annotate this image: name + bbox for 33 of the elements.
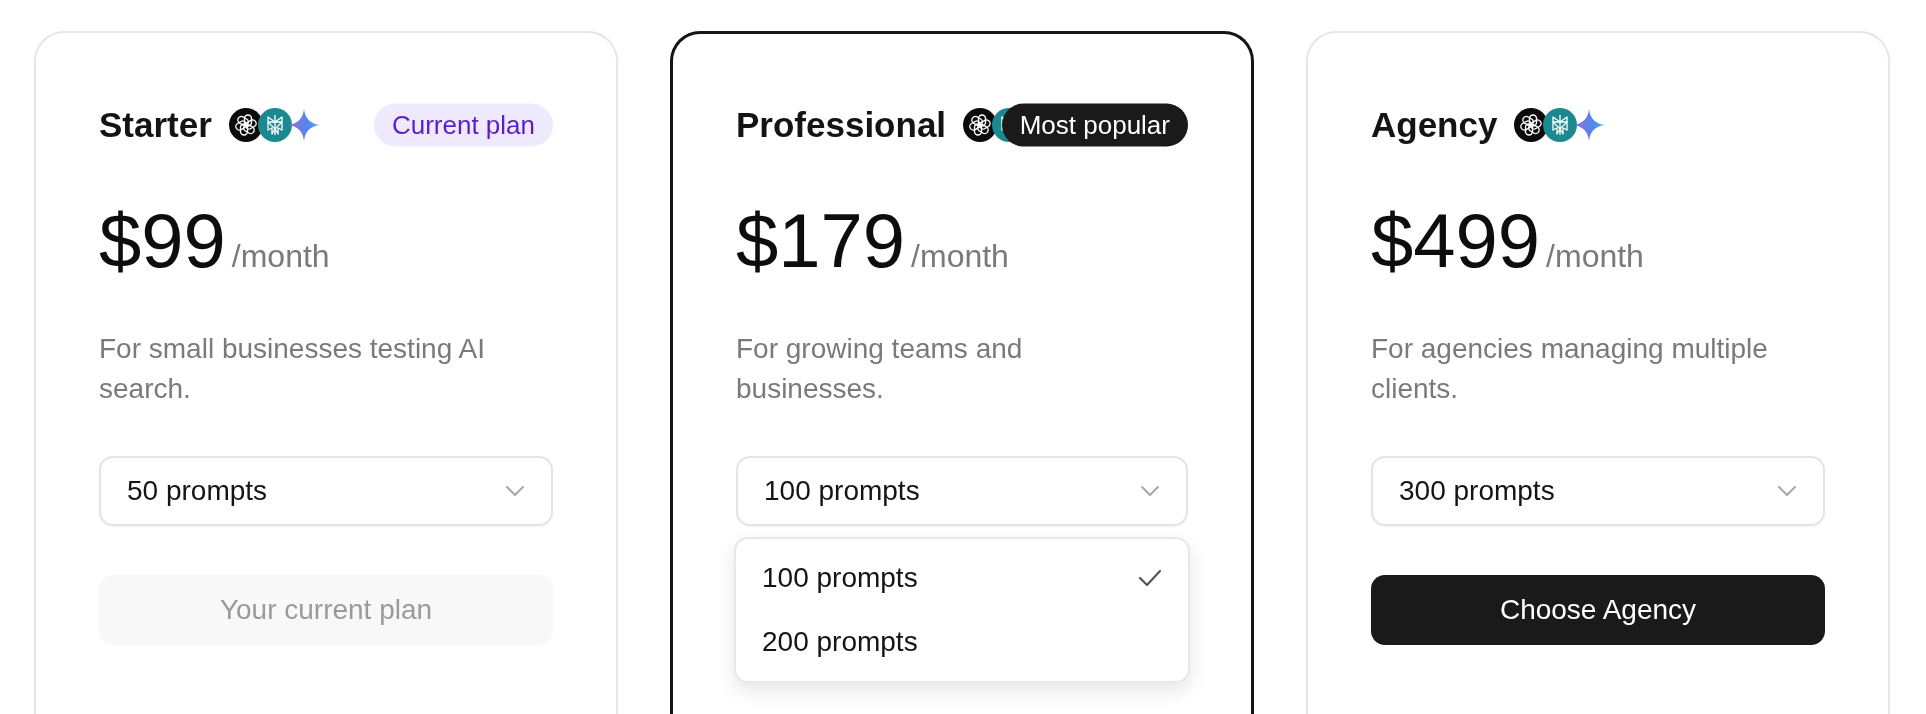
option-label: 200 prompts [762,626,918,658]
price: $99 [99,203,226,279]
plan-button[interactable]: Choose Agency [1371,575,1825,645]
dropdown-option[interactable]: 200 prompts [736,610,1188,674]
select-value: 100 prompts [764,475,920,507]
plan-description: For growing teams and businesses. [736,332,1024,406]
plan-title: Starter [99,105,212,145]
plan-title: Agency [1371,105,1498,145]
dropdown-option[interactable]: 100 prompts [736,546,1188,610]
select-value: 300 prompts [1399,475,1555,507]
prompts-select[interactable]: 100 prompts [736,456,1188,526]
chevron-down-icon [505,485,525,497]
sparkle-icon [1573,109,1606,141]
current-plan-badge: Current plan [373,103,553,147]
plan-description: For small businesses testing AI search. [99,332,486,406]
prompts-select[interactable]: 50 prompts [99,456,553,526]
popular-badge: Most popular [1001,103,1188,147]
price: $499 [1371,203,1541,279]
price: $179 [736,203,906,279]
geometric-logo-icon [1543,108,1578,142]
select-value: 50 prompts [127,475,268,507]
billing-period: /month [1546,238,1644,275]
billing-period: /month [231,238,330,275]
plan-description: For agencies managing multiple clients. [1371,332,1769,406]
option-label: 100 prompts [762,562,918,594]
chevron-down-icon [1140,485,1160,497]
knot-logo-icon [228,108,263,142]
billing-period: /month [911,238,1009,275]
geometric-logo-icon [257,108,292,142]
plan-title: Professional [736,105,947,145]
sparkle-icon [287,109,320,141]
prompts-select[interactable]: 300 prompts [1371,456,1825,526]
chevron-down-icon [1777,485,1797,497]
